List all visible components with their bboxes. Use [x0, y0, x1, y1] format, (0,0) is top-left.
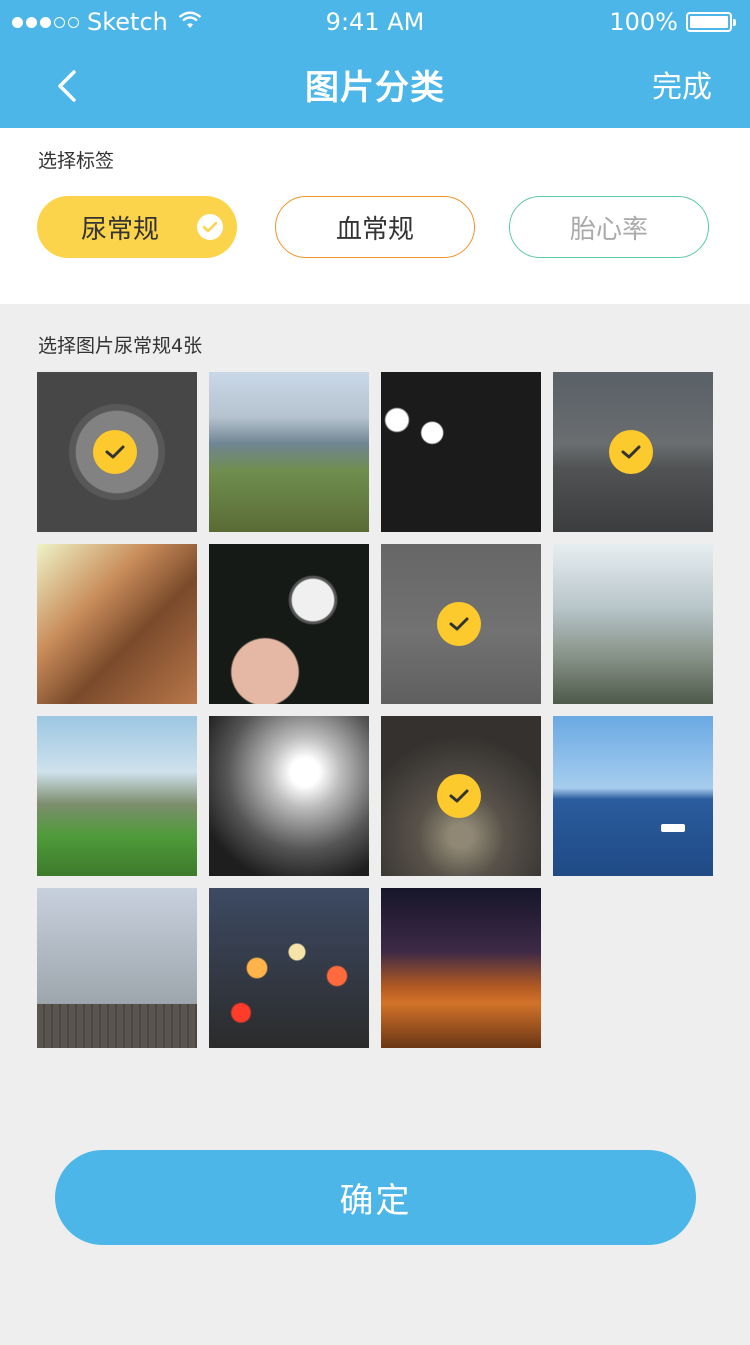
tag-urine-routine[interactable]: 尿常规 — [37, 196, 237, 258]
photo-image — [381, 888, 541, 1048]
photo-thumbnail-night-lamps[interactable] — [381, 372, 541, 532]
check-icon — [93, 430, 137, 474]
status-bar: Sketch 9:41 AM 100% — [0, 0, 750, 44]
photo-image — [37, 544, 197, 704]
top-bar: Sketch 9:41 AM 100% 图片分类 完成 — [0, 0, 750, 128]
photo-thumbnail-bridge-arches[interactable] — [37, 544, 197, 704]
check-icon — [437, 602, 481, 646]
photo-thumbnail-city-bokeh[interactable] — [209, 888, 369, 1048]
photo-image — [553, 716, 713, 876]
tag-label: 胎心率 — [569, 214, 648, 245]
tag-section: 选择标签 尿常规 血常规 胎心率 — [0, 128, 750, 304]
tag-label: 血常规 — [335, 214, 414, 245]
done-button[interactable]: 完成 — [652, 62, 712, 106]
photo-image — [381, 372, 541, 532]
check-circle-icon — [197, 214, 223, 240]
photo-image — [37, 888, 197, 1048]
photo-image — [209, 372, 369, 532]
battery-percent: 100% — [609, 8, 678, 36]
photo-thumbnail-desert-dusk[interactable] — [381, 888, 541, 1048]
photo-thumbnail-foggy-pier[interactable] — [37, 888, 197, 1048]
photo-image — [209, 544, 369, 704]
photo-grid — [37, 372, 714, 1048]
photo-thumbnail-foggy-beach[interactable] — [381, 544, 541, 704]
photo-thumbnail-stones-on-grass[interactable] — [37, 716, 197, 876]
photo-thumbnail-sun-behind-clouds[interactable] — [209, 716, 369, 876]
photo-image — [209, 716, 369, 876]
battery-icon — [686, 12, 736, 32]
tag-blood-routine[interactable]: 血常规 — [275, 196, 475, 258]
tag-label: 尿常规 — [80, 214, 159, 245]
photo-thumbnail-cave-silhouettes[interactable] — [381, 716, 541, 876]
confirm-button[interactable]: 确定 — [55, 1150, 696, 1245]
photo-thumbnail-clock[interactable] — [37, 372, 197, 532]
status-right: 100% — [609, 8, 736, 36]
photo-thumbnail-dandelion[interactable] — [209, 544, 369, 704]
tag-fetal-heart-rate[interactable]: 胎心率 — [509, 196, 709, 258]
nav-bar: 图片分类 完成 — [0, 44, 750, 128]
tag-section-label: 选择标签 — [38, 150, 115, 172]
check-icon — [437, 774, 481, 818]
photo-image — [209, 888, 369, 1048]
photo-thumbnail-ocean-boat[interactable] — [553, 716, 713, 876]
photo-image — [553, 544, 713, 704]
photo-thumbnail-road-wind-turbines[interactable] — [553, 372, 713, 532]
page-title: 图片分类 — [305, 68, 445, 108]
photo-section-label: 选择图片尿常规4张 — [38, 335, 203, 357]
photo-image — [37, 716, 197, 876]
check-icon — [609, 430, 653, 474]
photo-thumbnail-mountains[interactable] — [209, 372, 369, 532]
photo-thumbnail-rainy-window-city[interactable] — [553, 544, 713, 704]
